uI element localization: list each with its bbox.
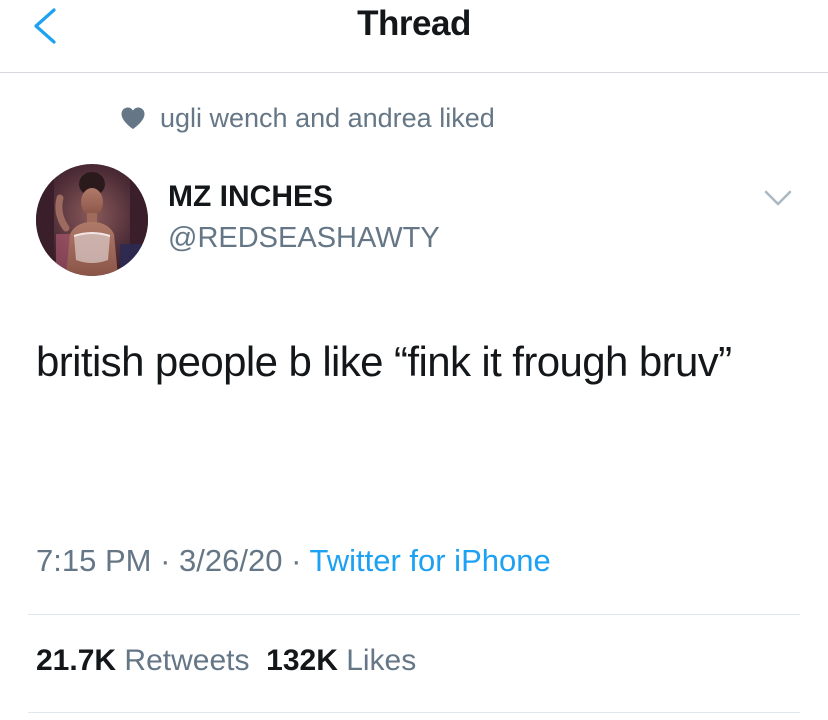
retweets-label: Retweets [124, 644, 250, 677]
chevron-down-icon [764, 190, 792, 206]
divider [28, 712, 800, 713]
page-title: Thread [357, 4, 471, 43]
heart-icon [121, 107, 145, 129]
profile-photo [36, 164, 148, 276]
likes-stat[interactable]: 132K Likes [266, 644, 416, 677]
author-handle[interactable]: @REDSEASHAWTY [168, 222, 440, 255]
tweet-time: 7:15 PM [36, 543, 152, 578]
meta-separator: · [291, 543, 302, 578]
tweet-text: british people b like “fink it frough br… [36, 338, 732, 385]
tweet-source-link[interactable]: Twitter for iPhone [309, 543, 550, 578]
tweet-options-button[interactable] [762, 186, 794, 212]
meta-separator: · [160, 543, 171, 578]
social-context-text: ugli wench and andrea liked [160, 102, 495, 133]
retweets-stat[interactable]: 21.7K Retweets [36, 644, 249, 677]
tweet-metadata: 7:15 PM · 3/26/20 · Twitter for iPhone [36, 543, 551, 579]
avatar[interactable] [36, 164, 148, 276]
tweet-stats: 21.7K Retweets 132K Likes [36, 644, 416, 678]
tweet-date: 3/26/20 [179, 543, 283, 578]
top-navigation-bar: Thread [0, 0, 828, 73]
author-display-name[interactable]: MZ INCHES [168, 180, 333, 214]
social-context: ugli wench and andrea liked [120, 100, 495, 136]
divider [28, 614, 800, 615]
likes-label: Likes [346, 644, 417, 677]
retweets-count: 21.7K [36, 644, 117, 677]
likes-count: 132K [266, 644, 338, 677]
